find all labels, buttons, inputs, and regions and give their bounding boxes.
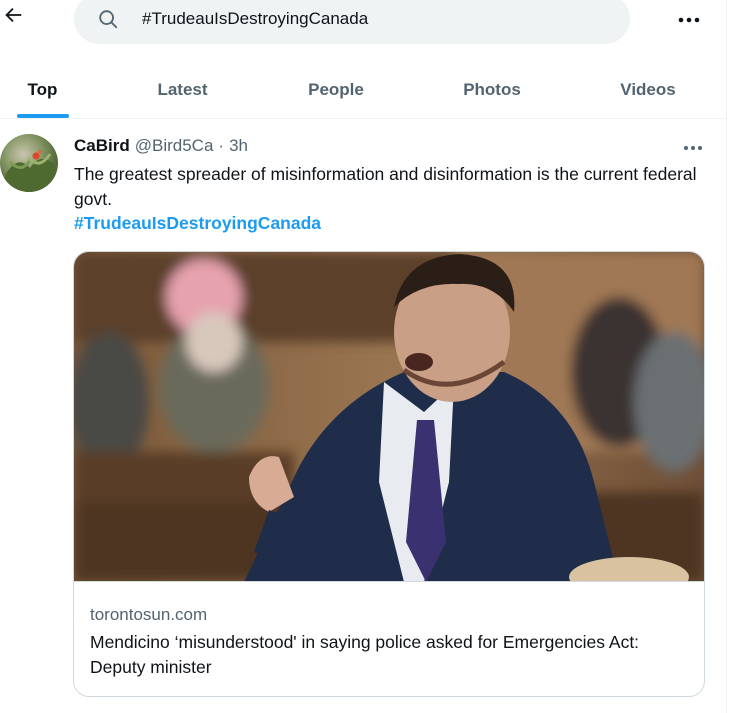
tweet-header: CaBird @Bird5Ca · 3h bbox=[74, 136, 248, 156]
search-bar[interactable] bbox=[74, 0, 630, 44]
search-tabs: Top Latest People Photos Videos bbox=[0, 62, 726, 119]
more-horizontal-icon bbox=[683, 138, 703, 156]
tab-photos[interactable]: Photos bbox=[392, 62, 592, 118]
separator-dot: · bbox=[218, 136, 225, 155]
tab-label: Latest bbox=[157, 80, 208, 99]
avatar[interactable] bbox=[0, 134, 58, 192]
more-horizontal-icon bbox=[678, 10, 700, 28]
more-options-button[interactable] bbox=[672, 2, 706, 36]
back-button[interactable] bbox=[0, 0, 34, 40]
search-icon bbox=[96, 7, 120, 31]
card-photo bbox=[74, 252, 704, 581]
tab-videos[interactable]: Videos bbox=[592, 62, 704, 118]
hashtag-link[interactable]: #TrudeauIsDestroyingCanada bbox=[74, 213, 321, 234]
display-name[interactable]: CaBird bbox=[74, 136, 130, 156]
tweet[interactable]: CaBird @Bird5Ca · 3h The greatest spread… bbox=[0, 120, 726, 713]
active-tab-indicator bbox=[16, 114, 69, 118]
tab-label: Videos bbox=[620, 80, 676, 99]
tab-top[interactable]: Top bbox=[0, 62, 85, 118]
card-image[interactable] bbox=[74, 252, 704, 582]
tab-label: People bbox=[308, 80, 364, 99]
card-domain: torontosun.com bbox=[90, 605, 208, 624]
search-input[interactable] bbox=[142, 4, 562, 34]
arrow-left-icon bbox=[2, 4, 24, 31]
tweet-more-button[interactable] bbox=[678, 134, 708, 160]
avatar-image bbox=[0, 150, 58, 192]
tab-latest[interactable]: Latest bbox=[85, 62, 280, 118]
scrollbar-track[interactable] bbox=[726, 0, 737, 713]
tab-label: Top bbox=[27, 80, 58, 99]
link-card[interactable]: torontosun.com Mendicino ‘misunderstood'… bbox=[73, 251, 705, 697]
tweet-text: The greatest spreader of misinformation … bbox=[74, 164, 697, 209]
card-title: Mendicino ‘misunderstood' in saying poli… bbox=[90, 632, 640, 677]
tab-label: Photos bbox=[463, 80, 521, 99]
tweet-timestamp[interactable]: 3h bbox=[229, 136, 248, 156]
tab-people[interactable]: People bbox=[280, 62, 392, 118]
search-results-page: Top Latest People Photos Videos CaBi bbox=[0, 0, 726, 713]
user-handle[interactable]: @Bird5Ca bbox=[135, 136, 214, 156]
